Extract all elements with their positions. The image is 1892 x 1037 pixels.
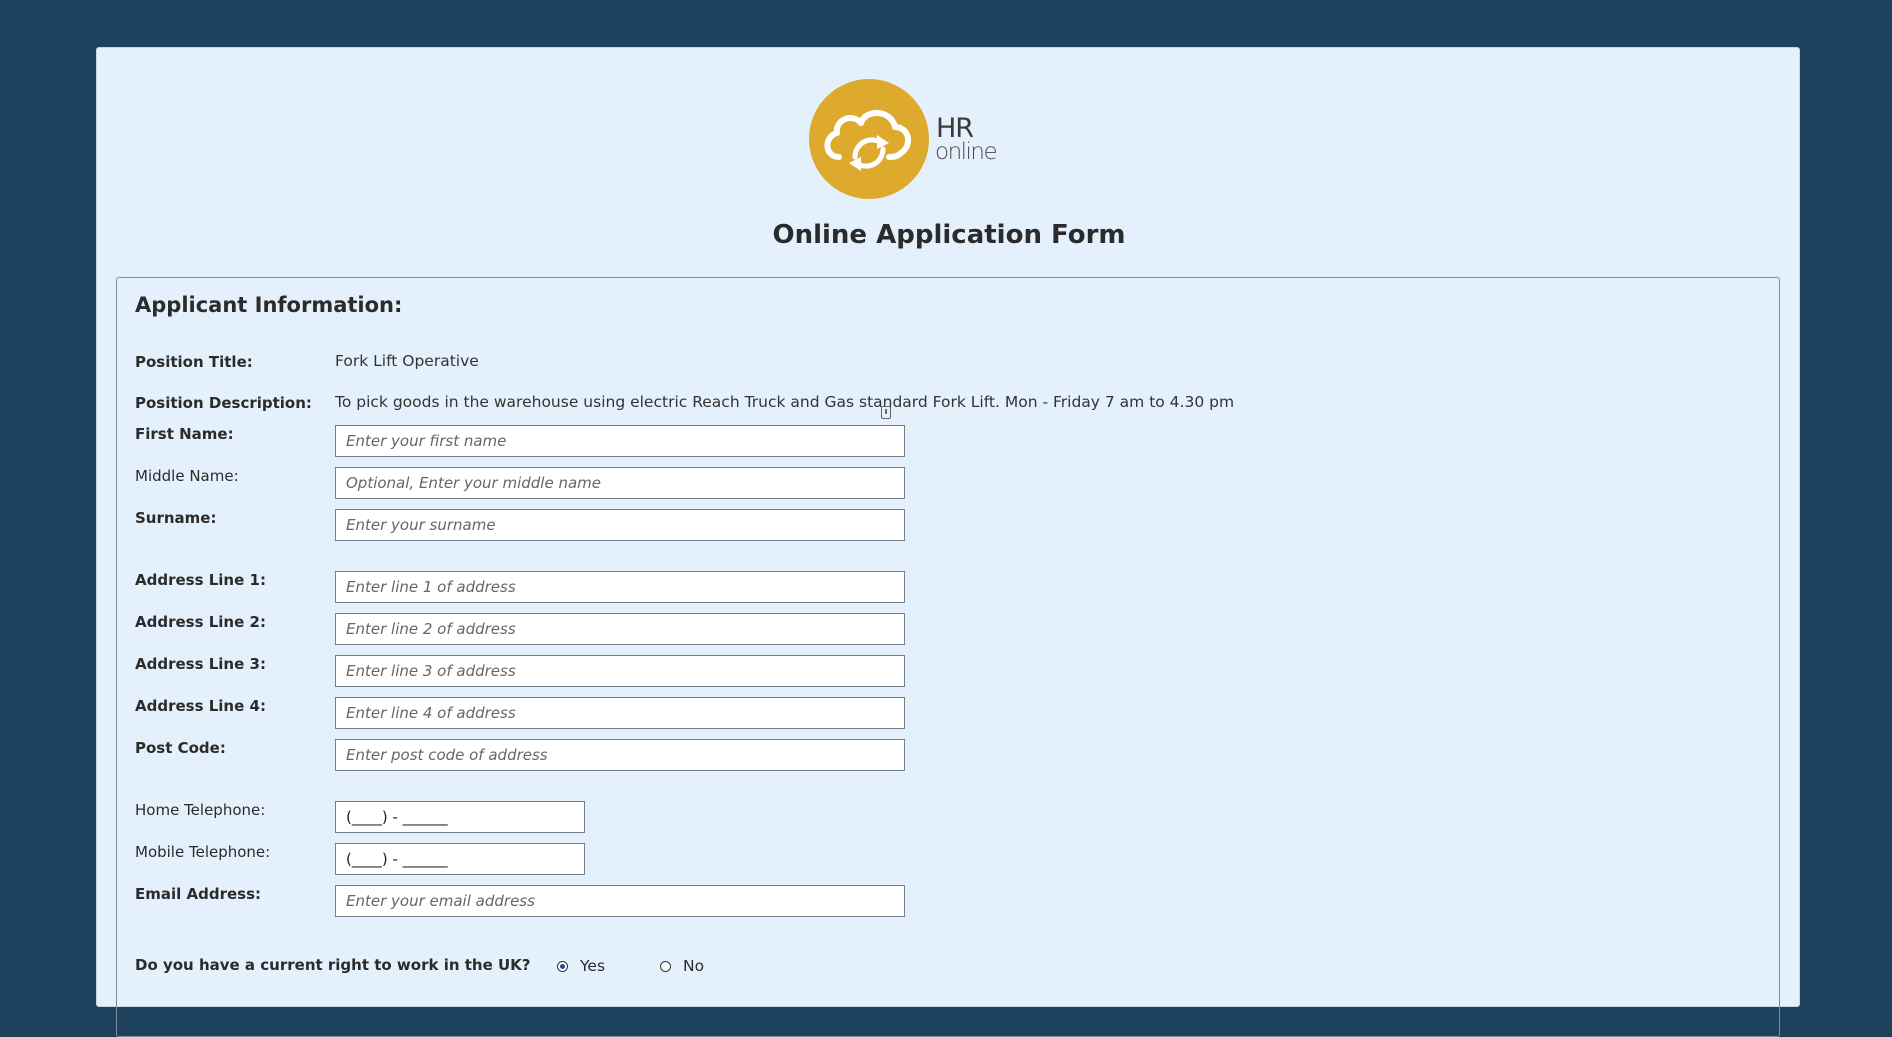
hr-online-logo: HR online	[809, 79, 1019, 203]
radio-unselected-icon[interactable]	[660, 960, 671, 972]
position-title-value: Fork Lift Operative	[335, 352, 479, 370]
address-line-4-label: Address Line 4:	[135, 697, 266, 715]
right-to-work-yes-label[interactable]: Yes	[580, 957, 605, 975]
address-line-1-input[interactable]	[335, 571, 905, 603]
middle-name-input[interactable]	[335, 467, 905, 499]
address-line-4-input[interactable]	[335, 697, 905, 729]
radio-selected-icon[interactable]	[557, 960, 568, 972]
mobile-telephone-input[interactable]	[335, 843, 585, 875]
surname-label: Surname:	[135, 509, 217, 527]
cloud-sync-icon	[809, 79, 929, 199]
application-card: HR online Online Application Form Applic…	[96, 47, 1800, 1037]
surname-input[interactable]	[335, 509, 905, 541]
address-line-2-input[interactable]	[335, 613, 905, 645]
position-description-value: To pick goods in the warehouse using ele…	[335, 393, 1235, 411]
right-to-work-no-label[interactable]: No	[683, 957, 704, 975]
middle-name-label: Middle Name:	[135, 467, 239, 485]
first-name-input[interactable]	[335, 425, 905, 457]
home-telephone-label: Home Telephone:	[135, 801, 266, 819]
post-code-label: Post Code:	[135, 739, 226, 757]
logo-text-online: online	[935, 139, 998, 165]
email-address-label: Email Address:	[135, 885, 262, 903]
page-title: Online Application Form	[772, 220, 1126, 250]
right-to-work-no-option[interactable]: No	[660, 956, 704, 976]
first-name-label: First Name:	[135, 425, 234, 443]
address-line-3-label: Address Line 3:	[135, 655, 266, 673]
post-code-input[interactable]	[335, 739, 905, 771]
applicant-information-section: Applicant Information: Position Title: F…	[116, 277, 1780, 1037]
section-heading: Applicant Information:	[135, 293, 403, 317]
address-line-3-input[interactable]	[335, 655, 905, 687]
email-address-input[interactable]	[335, 885, 905, 917]
home-telephone-input[interactable]	[335, 801, 585, 833]
position-title-label: Position Title:	[135, 353, 253, 371]
right-to-work-question: Do you have a current right to work in t…	[135, 956, 531, 974]
right-to-work-yes-option[interactable]: Yes	[557, 956, 605, 976]
contact-card-icon[interactable]	[881, 406, 891, 419]
address-line-1-label: Address Line 1:	[135, 571, 266, 589]
position-description-label: Position Description:	[135, 394, 312, 412]
mobile-telephone-label: Mobile Telephone:	[135, 843, 271, 861]
address-line-2-label: Address Line 2:	[135, 613, 266, 631]
